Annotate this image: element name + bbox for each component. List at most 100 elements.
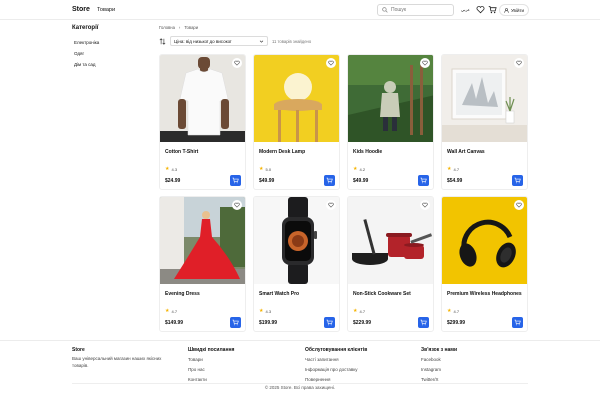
product-title[interactable]: Smart Watch Pro: [259, 291, 299, 297]
cart-plus-icon: [420, 319, 427, 326]
add-to-cart-button[interactable]: [230, 317, 241, 328]
favorite-button[interactable]: [514, 200, 524, 210]
cart-plus-icon: [514, 319, 521, 326]
star-icon: ★: [353, 308, 358, 314]
breadcrumb-home[interactable]: Головна: [159, 25, 175, 30]
product-title[interactable]: Cotton T-Shirt: [165, 149, 198, 155]
store-logo[interactable]: Store: [72, 6, 90, 13]
product-image-wall-art[interactable]: [442, 55, 528, 142]
footer-link-about[interactable]: Про нас: [188, 365, 234, 375]
add-to-cart-button[interactable]: [418, 175, 429, 186]
product-rating: ★ 4.3: [259, 308, 271, 314]
product-image-headphones[interactable]: [442, 197, 528, 284]
heart-icon: [328, 60, 334, 66]
sort-bar: Ціна: від низької до високої 11 товарів …: [159, 36, 311, 46]
product-image-tshirt[interactable]: [160, 55, 246, 142]
footer-link-instagram[interactable]: Instagram: [421, 365, 457, 375]
product-card[interactable]: Evening Dress ★ 4.7 $149.99: [159, 196, 246, 332]
sidebar-item-clothing[interactable]: Одяг: [72, 48, 142, 59]
rating-value: 4.3: [265, 308, 272, 314]
footer-quick-title: Швидкі посилання: [188, 347, 235, 353]
sidebar-item-home-garden[interactable]: Дім та сад: [72, 59, 142, 70]
product-card[interactable]: Non-Stick Cookware Set ★ 4.7 $229.99: [347, 196, 434, 332]
search-icon: [382, 7, 388, 13]
results-count: 11 товарів знайдено: [272, 38, 312, 44]
cart-plus-icon: [232, 319, 239, 326]
cart-icon[interactable]: [488, 5, 497, 14]
sidebar-title: Категорії: [72, 25, 99, 31]
heart-icon[interactable]: [476, 5, 485, 14]
product-card[interactable]: Modern Desk Lamp ★ 5.0 $49.99: [253, 54, 340, 190]
site-footer: Store Ваш універсальний магазин наших як…: [0, 340, 600, 400]
cart-plus-icon: [232, 177, 239, 184]
search-box[interactable]: [377, 4, 454, 16]
user-icon: [504, 7, 509, 13]
product-card[interactable]: Smart Watch Pro ★ 4.3 $199.99: [253, 196, 340, 332]
cart-plus-icon: [326, 319, 333, 326]
product-title[interactable]: Premium Wireless Headphones: [447, 291, 522, 297]
product-card[interactable]: Kids Hoodie ★ 4.2 $49.99: [347, 54, 434, 190]
chevron-right-icon: ›: [178, 25, 181, 30]
star-icon: ★: [353, 166, 358, 172]
add-to-cart-button[interactable]: [324, 317, 335, 328]
product-rating: ★ 4.7: [353, 308, 365, 314]
heart-icon: [234, 60, 240, 66]
heart-icon: [422, 60, 428, 66]
product-rating: ★ 4.7: [165, 308, 177, 314]
product-rating: ★ 5.0: [259, 166, 271, 172]
add-to-cart-button[interactable]: [418, 317, 429, 328]
rating-value: 4.7: [359, 308, 366, 314]
favorite-button[interactable]: [326, 58, 336, 68]
search-input[interactable]: [391, 7, 451, 13]
sidebar-item-electronics[interactable]: Електроніка: [72, 37, 142, 48]
footer-service-title: Обслуговування клієнтів: [305, 347, 368, 353]
add-to-cart-button[interactable]: [324, 175, 335, 186]
site-header: Store Товари عربي Увійти: [0, 0, 600, 20]
favorite-button[interactable]: [232, 200, 242, 210]
footer-contact-title: Зв'язок з нами: [421, 347, 458, 353]
add-to-cart-button[interactable]: [230, 175, 241, 186]
add-to-cart-button[interactable]: [512, 317, 523, 328]
product-image-lamp[interactable]: [254, 55, 340, 142]
login-button[interactable]: Увійти: [499, 4, 529, 16]
star-icon: ★: [447, 308, 452, 314]
footer-quick-links: Швидкі посилання Товари Про нас Контакти: [188, 347, 234, 385]
product-price: $49.99: [259, 178, 275, 184]
product-title[interactable]: Kids Hoodie: [353, 149, 382, 155]
footer-link-shipping[interactable]: Інформація про доставку: [305, 365, 367, 375]
product-image-smartwatch[interactable]: [254, 197, 340, 284]
favorite-button[interactable]: [232, 58, 242, 68]
favorite-button[interactable]: [514, 58, 524, 68]
favorite-button[interactable]: [420, 200, 430, 210]
footer-link-facebook[interactable]: Facebook: [421, 355, 457, 365]
sort-icon[interactable]: [159, 37, 166, 45]
product-title[interactable]: Wall Art Canvas: [447, 149, 485, 155]
product-title[interactable]: Modern Desk Lamp: [259, 149, 305, 155]
heart-icon: [422, 202, 428, 208]
product-card[interactable]: Wall Art Canvas ★ 4.7 $54.99: [441, 54, 528, 190]
star-icon: ★: [165, 308, 170, 314]
nav-link-products[interactable]: Товари: [97, 7, 115, 13]
product-image-hoodie[interactable]: [348, 55, 434, 142]
rating-value: 4.7: [453, 166, 460, 172]
language-switch[interactable]: عربي: [461, 7, 470, 12]
footer-link-products[interactable]: Товари: [188, 355, 234, 365]
product-price: $149.99: [165, 320, 184, 326]
heart-icon: [234, 202, 240, 208]
favorite-button[interactable]: [420, 58, 430, 68]
add-to-cart-button[interactable]: [512, 175, 523, 186]
product-card[interactable]: Premium Wireless Headphones ★ 4.7 $299.99: [441, 196, 528, 332]
favorite-button[interactable]: [326, 200, 336, 210]
product-image-cookware[interactable]: [348, 197, 434, 284]
product-image-dress[interactable]: [160, 197, 246, 284]
star-icon: ★: [259, 166, 264, 172]
product-card[interactable]: Cotton T-Shirt ★ 4.3 $24.99: [159, 54, 246, 190]
login-label: Увійти: [510, 7, 525, 13]
sort-selected-value: Ціна: від низької до високої: [174, 38, 232, 44]
copyright: © 2025 Store. Всі права захищені.: [264, 385, 336, 390]
product-title[interactable]: Evening Dress: [165, 291, 200, 297]
sort-select[interactable]: Ціна: від низької до високої: [170, 36, 268, 46]
product-title[interactable]: Non-Stick Cookware Set: [353, 291, 411, 297]
footer-link-faq[interactable]: Часті запитання: [305, 355, 367, 365]
product-price: $49.99: [353, 178, 369, 184]
